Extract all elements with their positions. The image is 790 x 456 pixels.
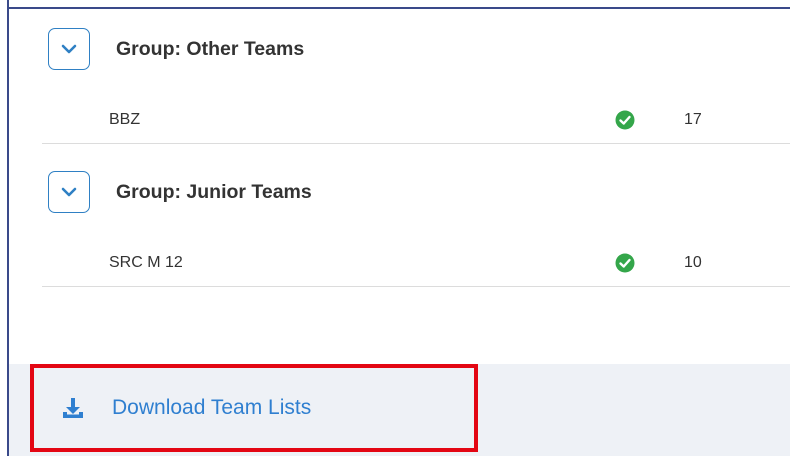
download-icon [63,398,83,418]
group-header-junior-teams: Group: Junior Teams [48,170,312,214]
team-row[interactable]: BBZ 17 [42,98,790,144]
group-title: Group: Junior Teams [116,180,312,203]
team-name: SRC M 12 [109,254,183,271]
chevron-down-icon [61,44,77,54]
panel-border-top [7,7,790,9]
team-count: 17 [684,111,702,128]
team-lists-panel: Group: Other Teams BBZ 17 Group: Junior … [0,0,790,456]
team-count: 10 [684,254,702,271]
download-label: Download Team Lists [112,396,312,419]
chevron-down-icon [61,187,77,197]
group-header-other-teams: Group: Other Teams [48,27,304,71]
group-toggle-button[interactable] [48,171,90,213]
check-circle-icon [615,110,635,130]
group-title: Group: Other Teams [116,37,305,60]
download-team-lists-button[interactable]: Download Team Lists [30,364,478,452]
group-toggle-button[interactable] [48,28,90,70]
check-circle-icon [615,253,635,273]
team-name: BBZ [109,111,141,128]
team-row[interactable]: SRC M 12 10 [42,241,790,287]
